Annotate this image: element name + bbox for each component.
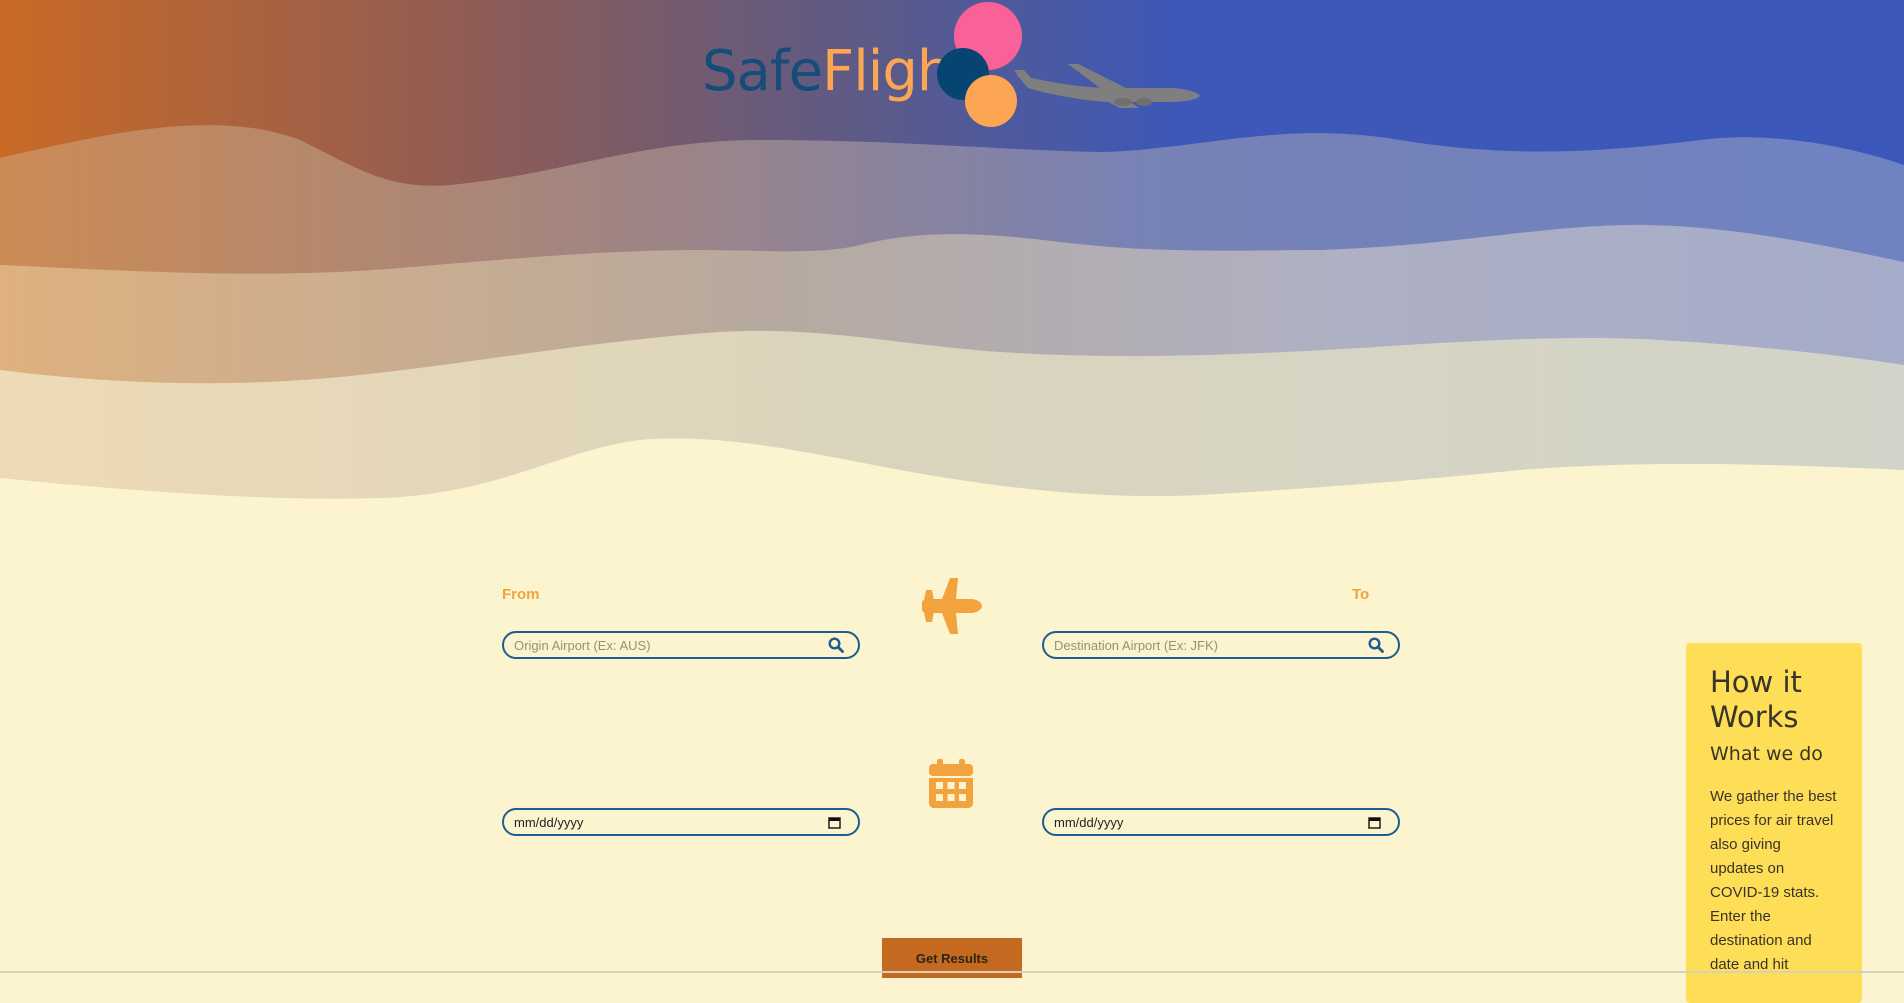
departure-date-input[interactable]: mm/dd/yyyy — [502, 808, 860, 836]
brand-wordmark: SafeFlight — [702, 38, 973, 106]
origin-airport-input[interactable]: Origin Airport (Ex: AUS) — [502, 631, 860, 659]
return-date-input[interactable]: mm/dd/yyyy — [1042, 808, 1400, 836]
airliner-silhouette-icon — [1014, 64, 1200, 108]
how-it-works-card: How it Works What we do We gather the be… — [1686, 643, 1862, 1003]
departure-date-value: mm/dd/yyyy — [514, 814, 584, 830]
brand-name-safe: Safe — [702, 39, 823, 104]
calendar-picker-icon[interactable] — [1368, 813, 1386, 831]
calendar-icon — [929, 759, 973, 808]
from-label: From — [502, 586, 540, 603]
destination-airport-placeholder: Destination Airport (Ex: JFK) — [1054, 637, 1218, 653]
search-icon[interactable] — [828, 636, 846, 654]
airplane-icon — [922, 578, 982, 634]
destination-airport-input[interactable]: Destination Airport (Ex: JFK) — [1042, 631, 1400, 659]
how-it-works-title: How it Works — [1710, 665, 1802, 734]
calendar-picker-icon[interactable] — [828, 813, 846, 831]
search-icon[interactable] — [1368, 636, 1386, 654]
how-it-works-subtitle: What we do — [1710, 743, 1823, 765]
to-label: To — [1352, 586, 1370, 603]
brand-logo[interactable]: SafeFlight — [700, 0, 1200, 130]
how-it-works-body: We gather the best prices for air travel… — [1710, 788, 1837, 973]
return-date-value: mm/dd/yyyy — [1054, 814, 1124, 830]
origin-airport-placeholder: Origin Airport (Ex: AUS) — [514, 637, 651, 653]
